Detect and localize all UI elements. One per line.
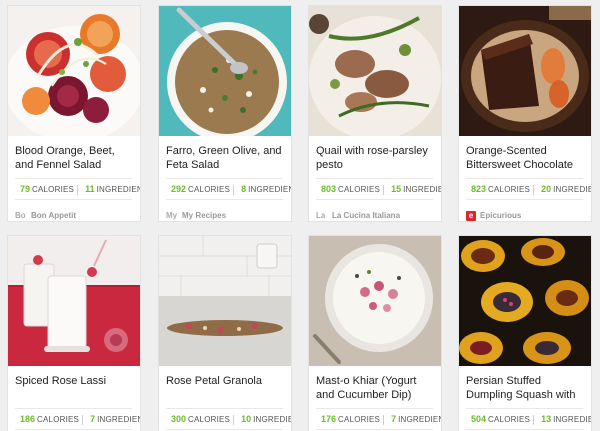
ingredients-count: 13 bbox=[541, 414, 552, 424]
stats-divider bbox=[533, 414, 535, 425]
recipe-card[interactable]: Quail with rose-parsley pesto 803 CALORIE… bbox=[309, 6, 441, 221]
source-logo: La bbox=[316, 211, 326, 220]
source-logo: My bbox=[166, 211, 178, 220]
recipe-stats: 292CALORIES 8INGREDIENTS bbox=[166, 178, 291, 200]
ingredients-count: 10 bbox=[241, 414, 252, 424]
recipe-source[interactable]: My My Recipes bbox=[166, 209, 226, 221]
recipe-source[interactable]: Bo Bon Appetit bbox=[15, 209, 76, 221]
stats-divider bbox=[77, 184, 79, 195]
stats-divider bbox=[233, 414, 235, 425]
recipe-title[interactable]: Quail with rose-parsley pesto bbox=[316, 144, 435, 172]
calories-count: 292 bbox=[171, 184, 187, 194]
calories-label: CALORIES bbox=[32, 185, 75, 194]
calories-label: CALORIES bbox=[188, 185, 231, 194]
recipe-stats: 300CALORIES 10INGREDIENTS bbox=[166, 408, 291, 430]
calories-count: 803 bbox=[321, 184, 337, 194]
calories-count: 300 bbox=[171, 414, 187, 424]
stats-divider bbox=[533, 184, 535, 195]
recipe-card[interactable]: Blood Orange, Beet, and Fennel Salad 79 C… bbox=[8, 6, 140, 221]
calories-label: CALORIES bbox=[37, 415, 80, 424]
source-name: Bon Appetit bbox=[31, 211, 77, 220]
source-name: La Cucina Italiana bbox=[332, 211, 401, 220]
recipe-stats: 186CALORIES 7INGREDIENTS bbox=[15, 408, 140, 430]
ingredients-label: INGREDIENTS bbox=[553, 185, 591, 194]
stats-divider bbox=[383, 414, 385, 425]
calories-label: CALORIES bbox=[338, 415, 381, 424]
recipe-card[interactable]: Orange-Scented Bittersweet Chocolate Cak… bbox=[459, 6, 591, 221]
ingredients-label: INGREDIENTS bbox=[398, 415, 441, 424]
ingredients-label: INGREDIENTS bbox=[96, 185, 140, 194]
ingredients-count: 7 bbox=[391, 414, 397, 424]
recipe-source[interactable]: e Epicurious bbox=[466, 209, 521, 221]
recipe-photo[interactable] bbox=[8, 236, 140, 366]
recipe-title[interactable]: Persian Stuffed Dumpling Squash with Ros… bbox=[466, 374, 585, 402]
calories-label: CALORIES bbox=[188, 415, 231, 424]
recipe-title[interactable]: Farro, Green Olive, and Feta Salad bbox=[166, 144, 285, 172]
stats-divider bbox=[383, 184, 385, 195]
ingredients-label: INGREDIENTS bbox=[97, 415, 140, 424]
ingredients-label: INGREDIENTS bbox=[248, 185, 291, 194]
calories-count: 79 bbox=[20, 184, 31, 194]
ingredients-label: INGREDIENTS bbox=[253, 415, 291, 424]
ingredients-count: 20 bbox=[541, 184, 552, 194]
calories-count: 504 bbox=[471, 414, 487, 424]
calories-label: CALORIES bbox=[488, 185, 531, 194]
recipe-photo[interactable] bbox=[159, 236, 291, 366]
recipe-photo[interactable] bbox=[309, 236, 441, 366]
recipe-title[interactable]: Blood Orange, Beet, and Fennel Salad bbox=[15, 144, 134, 172]
calories-label: CALORIES bbox=[488, 415, 531, 424]
calories-count: 186 bbox=[20, 414, 36, 424]
ingredients-label: INGREDIENTS bbox=[553, 415, 591, 424]
ingredients-count: 7 bbox=[90, 414, 96, 424]
stats-divider bbox=[82, 414, 84, 425]
recipe-card[interactable]: Spiced Rose Lassi 186CALORIES 7INGREDIENT… bbox=[8, 236, 140, 431]
source-name: My Recipes bbox=[182, 211, 227, 220]
recipe-photo[interactable] bbox=[309, 6, 441, 136]
ingredients-count: 8 bbox=[241, 184, 247, 194]
recipe-stats: 504CALORIES 13INGREDIENTS bbox=[466, 408, 591, 430]
ingredients-count: 15 bbox=[391, 184, 402, 194]
calories-label: CALORIES bbox=[338, 185, 381, 194]
ingredients-label: INGREDIENTS bbox=[403, 185, 441, 194]
stats-divider bbox=[233, 184, 235, 195]
source-name: Epicurious bbox=[480, 211, 522, 220]
calories-count: 823 bbox=[471, 184, 487, 194]
recipe-stats: 176CALORIES 7INGREDIENTS bbox=[316, 408, 441, 430]
recipe-card[interactable]: Farro, Green Olive, and Feta Salad 292 CA… bbox=[159, 6, 291, 221]
calories-count: 176 bbox=[321, 414, 337, 424]
recipe-title[interactable]: Rose Petal Granola bbox=[166, 374, 285, 402]
recipe-source[interactable]: La La Cucina Italiana bbox=[316, 209, 400, 221]
recipe-card[interactable]: Persian Stuffed Dumpling Squash with Ros… bbox=[459, 236, 591, 431]
recipe-photo[interactable] bbox=[8, 6, 140, 136]
recipe-card[interactable]: Mast-o Khiar (Yogurt and Cucumber Dip) 1… bbox=[309, 236, 441, 431]
recipe-title[interactable]: Orange-Scented Bittersweet Chocolate Cak… bbox=[466, 144, 585, 172]
epicurious-logo-icon: e bbox=[466, 211, 476, 221]
recipe-photo[interactable] bbox=[459, 236, 591, 366]
recipe-photo[interactable] bbox=[459, 6, 591, 136]
ingredients-count: 11 bbox=[85, 184, 95, 194]
recipe-stats: 823CALORIES 20INGREDIENTS bbox=[466, 178, 591, 200]
recipe-title[interactable]: Mast-o Khiar (Yogurt and Cucumber Dip) bbox=[316, 374, 435, 402]
recipe-card[interactable]: Rose Petal Granola 300 CALORIES 10 INGREDIE… bbox=[159, 236, 291, 431]
recipe-stats: 79CALORIES 11INGREDIENTS bbox=[15, 178, 140, 200]
recipe-stats: 803CALORIES 15INGREDIENTS bbox=[316, 178, 441, 200]
recipe-photo[interactable] bbox=[159, 6, 291, 136]
source-logo: Bo bbox=[15, 211, 26, 220]
recipe-title[interactable]: Spiced Rose Lassi bbox=[15, 374, 134, 402]
